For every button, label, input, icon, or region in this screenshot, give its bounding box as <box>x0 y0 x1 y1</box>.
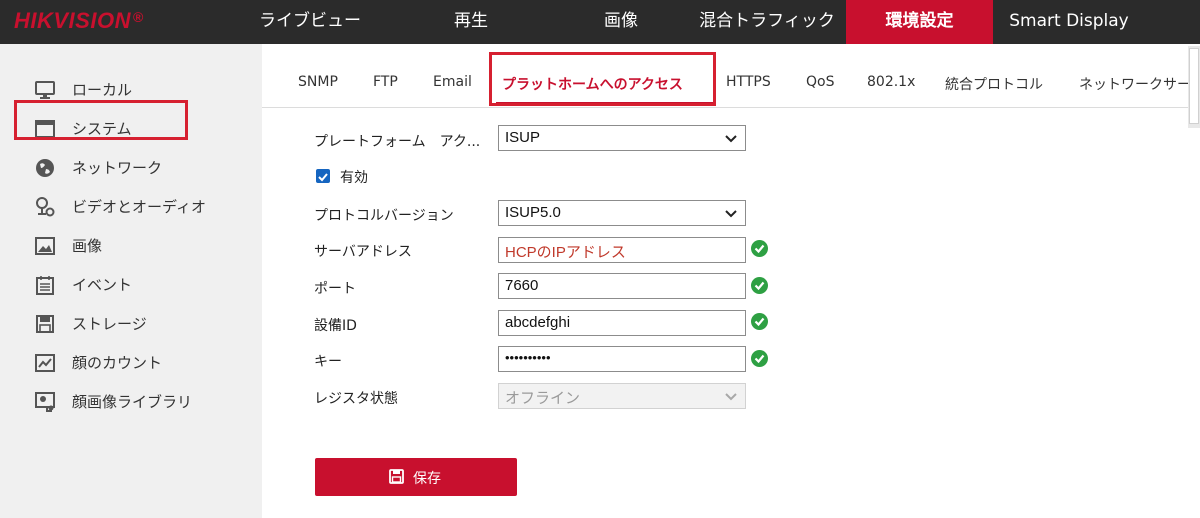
face-count-icon <box>35 354 55 372</box>
face-library-icon <box>35 392 55 412</box>
protocol-version-label: プロトコルバージョン <box>314 208 454 224</box>
sidebar-item-label: 顔のカウント <box>72 354 163 372</box>
event-icon <box>36 276 54 295</box>
port-input[interactable]: 7660 <box>498 273 746 299</box>
tab-network-service[interactable]: ネットワークサー <box>1079 74 1191 94</box>
chevron-down-icon <box>725 393 737 401</box>
network-highlight-box <box>14 100 188 140</box>
sidebar-item-face-library[interactable]: 顔画像ライブラリ <box>0 383 262 419</box>
key-password-input[interactable]: •••••••••• <box>498 346 746 372</box>
sidebar-item-storage[interactable]: ストレージ <box>0 305 262 341</box>
hikvision-logo: HIKVISION ® <box>14 8 144 33</box>
sidebar-item-network[interactable]: ネットワーク <box>0 149 262 185</box>
sidebar-item-label: 顔画像ライブラリ <box>72 393 193 411</box>
sidebar-item-label: 画像 <box>72 237 103 255</box>
storage-icon <box>36 315 54 333</box>
save-button-label: 保存 <box>413 471 441 487</box>
nav-mixed-traffic[interactable]: 混合トラフィック <box>688 0 846 44</box>
nav-configuration[interactable]: 環境設定 <box>846 0 993 44</box>
platform-access-label: プレートフォーム アク... <box>314 134 481 150</box>
tab-email[interactable]: Email <box>433 74 472 90</box>
top-navigation-bar: HIKVISION ® ライブビュー 再生 画像 混合トラフィック 環境設定 Sm… <box>0 0 1200 44</box>
nav-live-view[interactable]: ライブビュー <box>244 0 376 44</box>
valid-check-icon <box>751 350 768 367</box>
sidebar-item-video-audio[interactable]: ビデオとオーディオ <box>0 188 262 224</box>
device-id-label: 設備ID <box>314 318 357 334</box>
sidebar-item-label: イベント <box>72 276 133 294</box>
sidebar-item-label: ネットワーク <box>72 159 163 177</box>
nav-playback[interactable]: 再生 <box>420 0 522 44</box>
sidebar-item-label: ストレージ <box>72 315 147 333</box>
image-icon <box>35 237 55 255</box>
nav-smart-display[interactable]: Smart Display <box>998 0 1140 44</box>
platform-access-select[interactable]: ISUP <box>498 125 746 151</box>
sidebar-item-image[interactable]: 画像 <box>0 227 262 263</box>
sidebar-item-label: ローカル <box>72 81 133 99</box>
port-label: ポート <box>314 281 356 297</box>
tab-ftp[interactable]: FTP <box>373 74 398 90</box>
tab-https[interactable]: HTTPS <box>726 74 771 90</box>
register-status-select: オフライン <box>498 383 746 409</box>
valid-check-icon <box>751 313 768 330</box>
checkmark-icon <box>318 173 328 182</box>
tab-bar: SNMP FTP Email プラットホームへのアクセス HTTPS QoS 8… <box>262 52 1200 108</box>
scrollbar-thumb[interactable] <box>1189 48 1199 124</box>
valid-check-icon <box>751 240 768 257</box>
monitor-icon <box>35 81 55 99</box>
sidebar-item-event[interactable]: イベント <box>0 266 262 302</box>
save-button[interactable]: 保存 <box>315 458 517 496</box>
sidebar-item-face-count[interactable]: 顔のカウント <box>0 344 262 380</box>
enabled-checkbox[interactable] <box>316 169 330 183</box>
sidebar-item-label: ビデオとオーディオ <box>72 198 206 216</box>
chevron-down-icon <box>725 135 737 143</box>
tab-qos[interactable]: QoS <box>806 74 834 90</box>
device-id-input[interactable]: abcdefghi <box>498 310 746 336</box>
register-status-label: レジスタ状態 <box>314 391 398 407</box>
protocol-version-select[interactable]: ISUP5.0 <box>498 200 746 226</box>
server-address-label: サーバアドレス <box>314 244 412 260</box>
valid-check-icon <box>751 277 768 294</box>
tab-integration-protocol[interactable]: 統合プロトコル <box>945 74 1043 94</box>
enabled-label: 有効 <box>340 170 368 186</box>
server-address-input[interactable]: HCPのIPアドレス <box>498 237 746 263</box>
tab-snmp[interactable]: SNMP <box>298 74 338 90</box>
nav-picture[interactable]: 画像 <box>568 0 674 44</box>
key-label: キー <box>314 354 342 370</box>
save-icon <box>389 469 404 484</box>
platform-access-highlight-box <box>489 52 716 106</box>
video-audio-icon <box>36 197 55 217</box>
tab-8021x[interactable]: 802.1x <box>867 74 915 90</box>
chevron-down-icon <box>725 210 737 218</box>
globe-icon <box>36 159 54 177</box>
